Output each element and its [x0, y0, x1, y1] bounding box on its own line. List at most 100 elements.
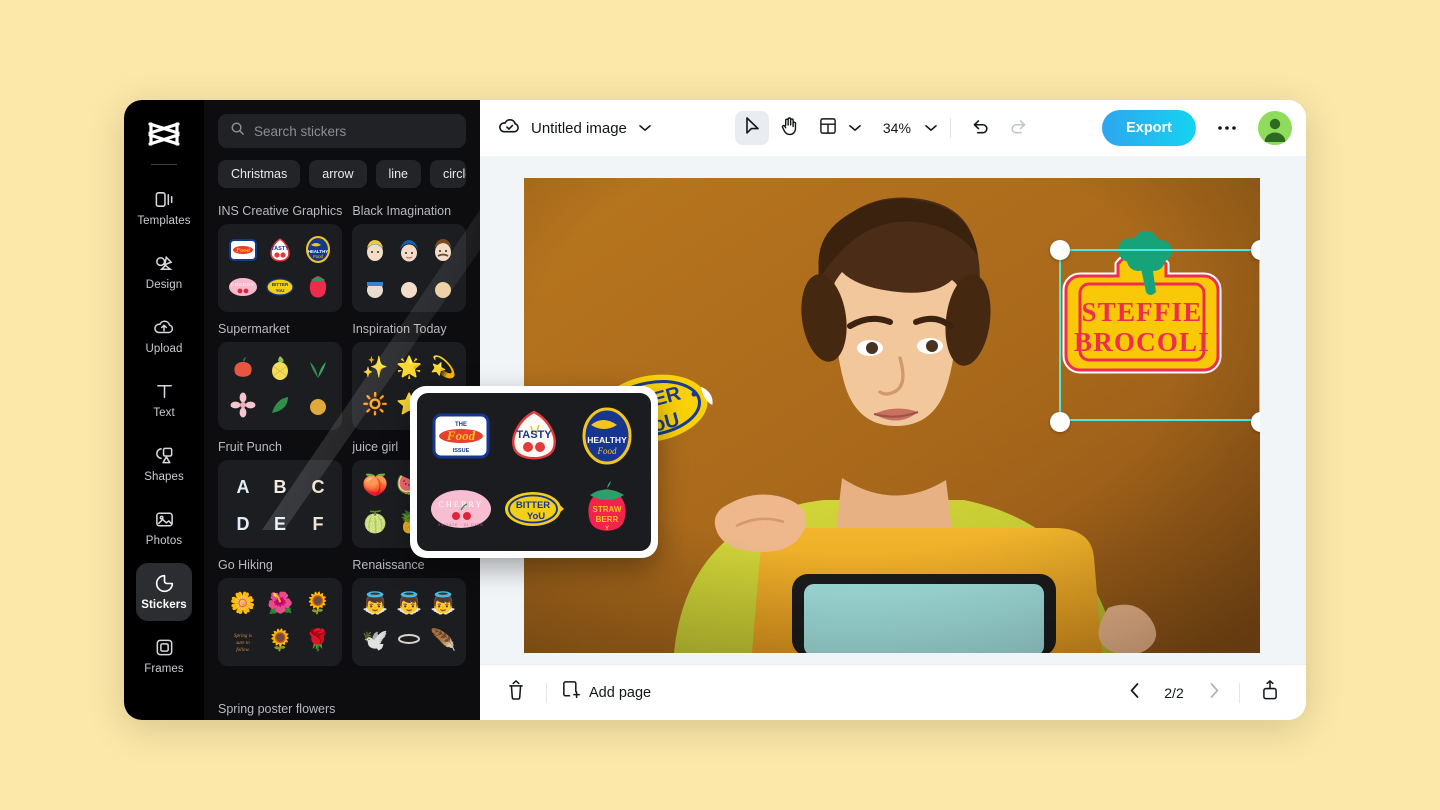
undo-button[interactable]: [964, 111, 998, 145]
preview-sticker-tasty-cherries[interactable]: TASTY: [503, 405, 565, 467]
sticker-thumb-blue-cap-face: [394, 235, 424, 265]
layout-dropdown[interactable]: [849, 119, 861, 137]
sticker-thumb-cherub-3: 👼: [429, 592, 457, 615]
svg-text:Spring is: Spring is: [234, 634, 252, 639]
sticker-thumb-spring-text: Spring is sure to follow.: [228, 626, 258, 656]
sidebar-item-label: Shapes: [144, 471, 184, 483]
pack-thumb-ins-creative-graphics[interactable]: Food TASTY HEALTHY Food CHERRY BITTER YoU: [218, 224, 343, 312]
sticker-thumb-flower: [228, 390, 258, 420]
left-rail: Templates Design Upload Text Shapes Phot…: [124, 100, 204, 720]
top-toolbar: Untitled image 34% Export: [480, 100, 1306, 156]
svg-text:C: C: [311, 477, 324, 497]
svg-text:01 DATE · 01 DATE: 01 DATE · 01 DATE: [439, 523, 484, 527]
expand-pages-icon: [1261, 680, 1279, 705]
tag-chip-row: Christmas arrow line circle: [218, 160, 466, 188]
chevron-left-icon: [1130, 682, 1139, 703]
zoom-dropdown[interactable]: 34%: [881, 119, 937, 137]
svg-text:sure to: sure to: [236, 641, 250, 646]
sticker-thumb-sunflower: 🌻: [267, 629, 294, 652]
cloud-check-icon[interactable]: [498, 116, 521, 141]
stickers-icon: [154, 573, 175, 594]
sidebar-item-design[interactable]: Design: [136, 243, 192, 301]
svg-text:STRAW: STRAW: [592, 505, 621, 514]
app-window: Templates Design Upload Text Shapes Phot…: [124, 100, 1306, 720]
select-tool-button[interactable]: [734, 111, 769, 145]
document-title: Untitled image: [531, 119, 627, 137]
pack-thumb-go-hiking[interactable]: 🌼 🌺 🌻 Spring is sure to follow. 🌻 🌹: [218, 578, 343, 666]
selection-handle-top-left[interactable]: [1050, 240, 1070, 260]
pack-title: Supermarket: [218, 322, 290, 336]
preview-sticker-bitter-you-lemon[interactable]: BITTER YoU: [503, 478, 565, 540]
pack-thumb-supermarket[interactable]: [218, 342, 343, 430]
search-input[interactable]: [254, 123, 454, 139]
preview-sticker-strawberry[interactable]: STRAW BERR Y: [576, 478, 638, 540]
pack-thumb-fruit-punch[interactable]: A B C D E F: [218, 460, 343, 548]
sidebar-item-photos[interactable]: Photos: [136, 499, 192, 557]
sidebar-item-text[interactable]: Text: [136, 371, 192, 429]
tag-chip-christmas[interactable]: Christmas: [218, 160, 301, 188]
svg-text:BITTER: BITTER: [516, 500, 550, 511]
sticker-thumb-insp-1: ✨: [362, 356, 389, 379]
more-options-button[interactable]: [1210, 111, 1244, 145]
sticker-thumb-melon: 🍈: [362, 511, 389, 534]
sticker-thumb-grass: [303, 353, 333, 383]
sidebar-item-upload[interactable]: Upload: [136, 307, 192, 365]
page-indicator: 2/2: [1164, 684, 1184, 701]
tag-chip-arrow[interactable]: arrow: [309, 160, 367, 188]
svg-text:CHERRY: CHERRY: [439, 500, 484, 509]
selection-handle-bottom-left[interactable]: [1050, 412, 1070, 432]
tool-cluster: 34%: [734, 111, 1036, 145]
sticker-thumb-face-4: [360, 272, 390, 302]
sidebar-item-shapes[interactable]: Shapes: [136, 435, 192, 493]
avatar[interactable]: [1258, 111, 1292, 145]
chevron-down-icon: [849, 119, 861, 137]
layout-tool-button[interactable]: [811, 111, 845, 145]
prev-page-button[interactable]: [1123, 682, 1145, 704]
svg-text:HEALTHY: HEALTHY: [587, 435, 627, 445]
sidebar-item-frames[interactable]: Frames: [136, 627, 192, 685]
text-icon: [154, 381, 175, 402]
sticker-thumb-feather: 🪶: [429, 629, 457, 652]
capcut-logo[interactable]: [142, 114, 186, 154]
hand-tool-button[interactable]: [773, 111, 807, 145]
sticker-thumb-face-5: [394, 272, 424, 302]
sticker-preview-popup[interactable]: THE Food ISSUE TASTY HEALTHY Food CHERRY…: [410, 386, 658, 558]
sticker-thumb-pineapple: [265, 353, 295, 383]
svg-text:BERR: BERR: [595, 515, 618, 524]
zoom-level: 34%: [882, 120, 911, 136]
add-page-label: Add page: [589, 684, 652, 701]
delete-page-button[interactable]: [500, 677, 532, 709]
export-button[interactable]: Export: [1102, 110, 1196, 146]
pack-thumb-black-imagination[interactable]: [352, 224, 466, 312]
expand-pages-button[interactable]: [1254, 677, 1286, 709]
frames-icon: [154, 637, 175, 658]
sidebar-item-templates[interactable]: Templates: [136, 179, 192, 237]
preview-sticker-the-food-issue[interactable]: THE Food ISSUE: [430, 405, 492, 467]
pack-thumb-renaissance[interactable]: 👼 👼 👼 🕊️ 🪶: [352, 578, 466, 666]
svg-text:Y: Y: [605, 526, 609, 532]
bottom-divider-2: [1239, 682, 1240, 703]
search-stickers-box[interactable]: [218, 114, 466, 148]
add-page-button[interactable]: Add page: [561, 680, 651, 705]
sidebar-item-label: Design: [145, 279, 183, 291]
sidebar-item-label: Text: [153, 407, 175, 419]
pack-title: Inspiration Today: [352, 322, 447, 336]
tag-chip-circle[interactable]: circle: [430, 160, 466, 188]
next-page-button[interactable]: [1203, 682, 1225, 704]
chevron-down-icon: [925, 119, 937, 137]
svg-text:TASTY: TASTY: [271, 246, 289, 252]
document-title-menu[interactable]: Untitled image: [531, 119, 651, 137]
pack-title: Spring poster flowers: [218, 702, 336, 716]
sidebar-item-label: Upload: [145, 343, 183, 355]
sticker-thumb-tasty: TASTY: [265, 235, 295, 265]
preview-sticker-cherry-oval[interactable]: CHERRY 01 DATE · 01 DATE: [430, 478, 492, 540]
preview-sticker-healthy-food[interactable]: HEALTHY Food: [576, 405, 638, 467]
redo-button[interactable]: [1002, 111, 1036, 145]
templates-icon: [154, 189, 175, 210]
sticker-thumb-letter-d: D: [228, 508, 258, 538]
tag-chip-line[interactable]: line: [375, 160, 421, 188]
sidebar-item-stickers[interactable]: Stickers: [136, 563, 192, 621]
sticker-thumb-pearl-earring-face: [360, 235, 390, 265]
sticker-thumb-letter-f: F: [303, 508, 333, 538]
sticker-thumb-letter-a: A: [228, 471, 258, 501]
